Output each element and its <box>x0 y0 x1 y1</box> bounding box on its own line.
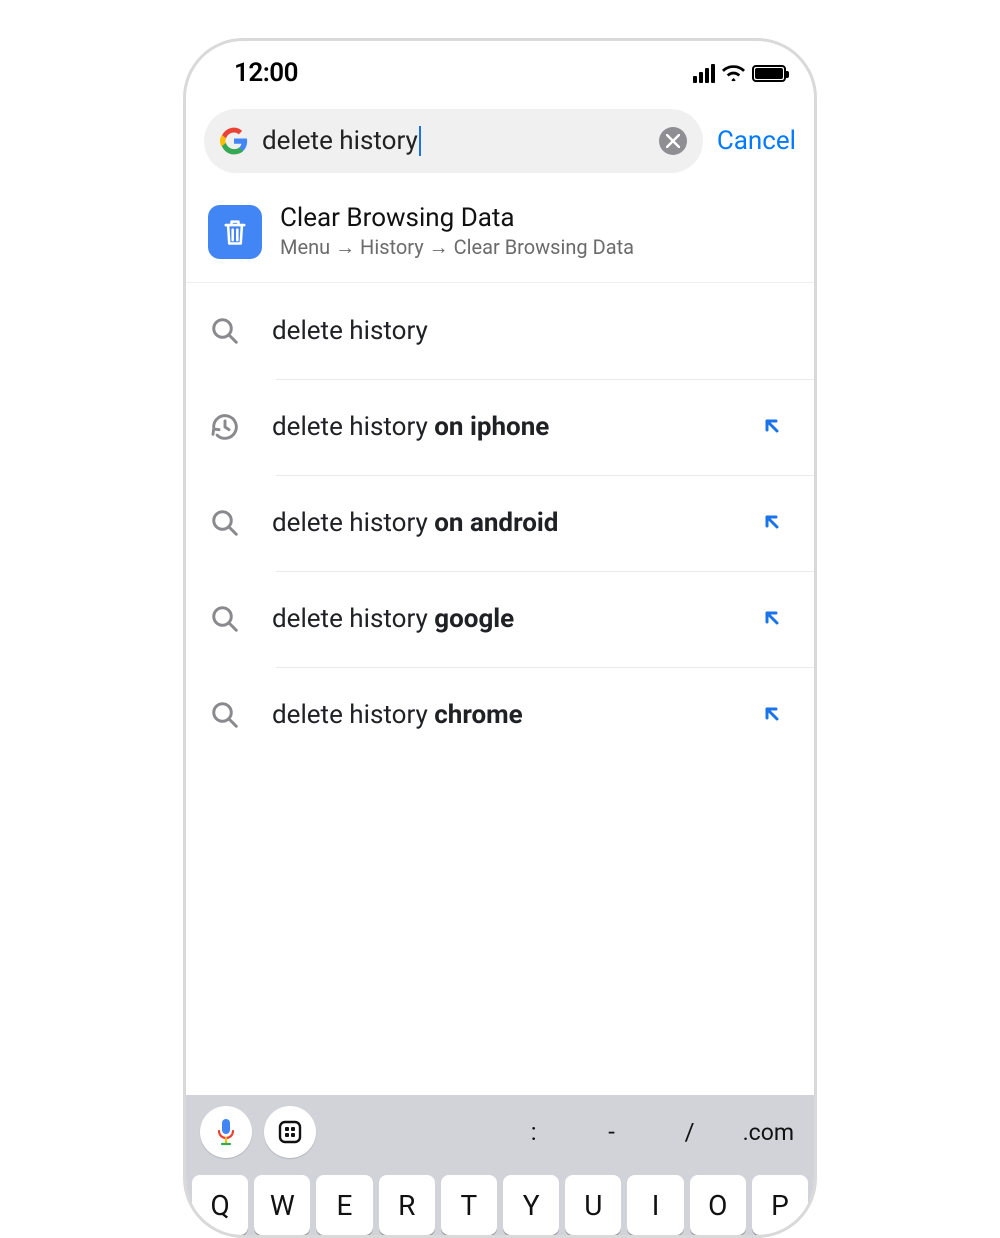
search-icon <box>208 602 242 636</box>
suggestion-list: delete history delete history on iphone de… <box>186 283 814 763</box>
keyboard-toolbar: : - / .com <box>186 1095 814 1169</box>
clear-browsing-data-action[interactable]: Clear Browsing Data Menu → History → Cle… <box>186 187 814 283</box>
keyboard-symbol-colon[interactable]: : <box>517 1118 551 1146</box>
key-t[interactable]: T <box>441 1175 497 1235</box>
trash-icon <box>208 205 262 259</box>
suggestion-text: delete history <box>272 316 786 346</box>
keyboard-symbol-dash[interactable]: - <box>595 1118 629 1146</box>
battery-icon <box>752 65 786 82</box>
suggestion-row[interactable]: delete history google <box>186 571 814 667</box>
key-u[interactable]: U <box>565 1175 621 1235</box>
insert-arrow-icon[interactable] <box>760 414 786 440</box>
status-time: 12:00 <box>234 58 298 88</box>
suggestion-text: delete history chrome <box>272 700 760 730</box>
key-e[interactable]: E <box>316 1175 372 1235</box>
keyboard: : - / .com QWERTYUIOP <box>186 1095 814 1235</box>
keyboard-symbol-com[interactable]: .com <box>743 1119 794 1146</box>
cellular-signal-icon <box>693 64 715 83</box>
wifi-icon <box>722 64 745 82</box>
key-y[interactable]: Y <box>503 1175 559 1235</box>
search-row: delete history Cancel <box>186 99 814 187</box>
suggestion-row[interactable]: delete history on android <box>186 475 814 571</box>
key-w[interactable]: W <box>254 1175 310 1235</box>
action-text: Clear Browsing Data Menu → History → Cle… <box>280 203 634 260</box>
suggestion-row[interactable]: delete history <box>186 283 814 379</box>
key-q[interactable]: Q <box>192 1175 248 1235</box>
voice-input-button[interactable] <box>200 1106 252 1158</box>
suggestion-row[interactable]: delete history on iphone <box>186 379 814 475</box>
suggestion-row[interactable]: delete history chrome <box>186 667 814 763</box>
history-icon <box>208 410 242 444</box>
keyboard-row-1: QWERTYUIOP <box>186 1169 814 1235</box>
action-title: Clear Browsing Data <box>280 203 634 233</box>
key-o[interactable]: O <box>690 1175 746 1235</box>
suggestion-text: delete history on iphone <box>272 412 760 442</box>
text-caret <box>419 126 421 156</box>
suggestion-text: delete history google <box>272 604 760 634</box>
keyboard-grid-button[interactable] <box>264 1106 316 1158</box>
search-icon <box>208 314 242 348</box>
cancel-button[interactable]: Cancel <box>717 126 796 156</box>
insert-arrow-icon[interactable] <box>760 702 786 728</box>
status-icons <box>693 64 786 83</box>
suggestion-text: delete history on android <box>272 508 760 538</box>
google-logo-icon <box>220 127 248 155</box>
key-p[interactable]: P <box>752 1175 808 1235</box>
clear-input-button[interactable] <box>659 127 687 155</box>
search-icon <box>208 506 242 540</box>
search-input[interactable]: delete history <box>248 126 659 156</box>
insert-arrow-icon[interactable] <box>760 510 786 536</box>
keyboard-symbol-slash[interactable]: / <box>673 1118 707 1146</box>
insert-arrow-icon[interactable] <box>760 606 786 632</box>
phone-frame: 12:00 <box>183 38 817 1238</box>
action-subtitle: Menu → History → Clear Browsing Data <box>280 235 634 260</box>
status-bar: 12:00 <box>186 41 814 99</box>
omnibox[interactable]: delete history <box>204 109 703 173</box>
key-i[interactable]: I <box>627 1175 683 1235</box>
key-r[interactable]: R <box>379 1175 435 1235</box>
search-icon <box>208 698 242 732</box>
search-query-text: delete history <box>262 126 418 156</box>
